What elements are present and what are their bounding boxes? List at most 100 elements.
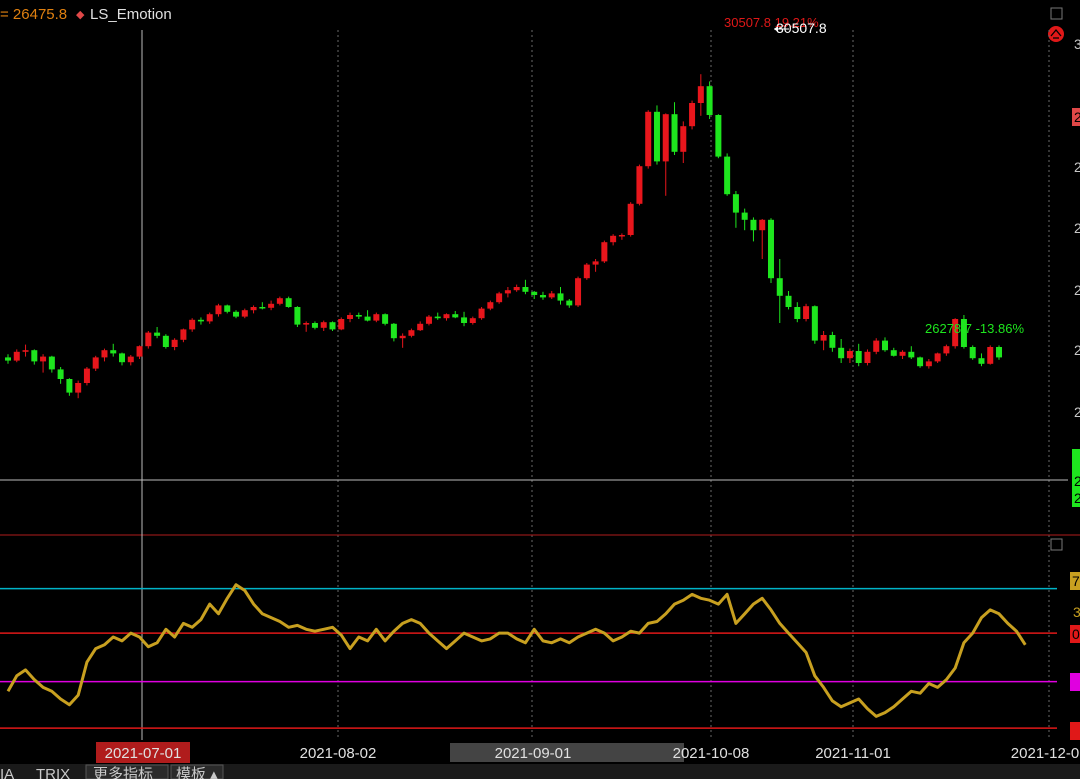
- axis-tick-label: 2: [1074, 220, 1080, 236]
- candle-body: [347, 315, 354, 319]
- candle-body: [531, 291, 538, 295]
- candle-body: [180, 329, 187, 340]
- candle-body: [776, 278, 783, 296]
- candle-body: [969, 347, 976, 359]
- indicator-name[interactable]: LS_Emotion: [90, 6, 172, 23]
- candle-body: [162, 335, 169, 347]
- candle-body: [706, 86, 713, 115]
- axis-tick-label: 2: [1074, 490, 1080, 506]
- candle-body: [276, 298, 283, 304]
- candle-body: [890, 350, 897, 356]
- candle-body: [31, 350, 38, 362]
- axis-tick-label: 2: [1074, 109, 1080, 125]
- candle-body: [767, 219, 774, 279]
- candle-body: [601, 242, 608, 262]
- candle-body: [539, 295, 546, 298]
- candle-body: [355, 315, 362, 317]
- candle-body: [689, 103, 696, 127]
- candle-body: [741, 212, 748, 220]
- candle-body: [469, 318, 476, 323]
- candle-body: [206, 314, 213, 322]
- candle-body: [189, 319, 196, 330]
- min-annotation: 26278.7 -13.86%: [925, 321, 1024, 336]
- candle-body: [250, 307, 257, 311]
- candle-body: [92, 357, 99, 369]
- axis-tick-label: 2: [1074, 159, 1080, 175]
- candle-body: [5, 357, 11, 361]
- candle-body: [548, 293, 555, 298]
- candle-body: [171, 339, 178, 347]
- candle-body: [645, 111, 652, 167]
- axis-tick-label: 2: [1074, 342, 1080, 358]
- candle-body: [732, 194, 739, 213]
- candle-body: [390, 323, 397, 339]
- candle-body: [434, 316, 441, 319]
- reference-lines: [0, 587, 1057, 729]
- candle-body: [575, 278, 582, 306]
- candle-body: [943, 346, 950, 354]
- candle-body: [785, 295, 792, 307]
- axis-tick-label: 3: [1073, 604, 1080, 620]
- candle-body: [759, 219, 766, 231]
- maximize-subpanel-icon[interactable]: [1050, 538, 1063, 551]
- candle-body: [154, 332, 161, 336]
- candle-body: [241, 310, 248, 317]
- axis-tick-label: 3: [1074, 36, 1080, 52]
- candle-body: [820, 335, 827, 341]
- candle-body: [522, 287, 529, 292]
- candle-body: [899, 351, 906, 356]
- candle-body: [987, 347, 994, 364]
- tab-trix[interactable]: TRIX: [36, 766, 70, 779]
- candle-body: [908, 351, 915, 358]
- candle-body: [22, 350, 29, 352]
- candle-body: [294, 307, 301, 325]
- candle-body: [145, 332, 152, 347]
- candle-body: [408, 330, 415, 336]
- candle-body: [680, 126, 687, 152]
- maximize-panel-icon[interactable]: [1050, 7, 1063, 20]
- candle-body: [443, 314, 450, 319]
- candle-body: [566, 300, 573, 306]
- tab-template[interactable]: 模板 ▴: [176, 765, 218, 779]
- candle-body: [996, 347, 1003, 358]
- candle-body: [811, 306, 818, 341]
- axis-tick-label: 7: [1072, 573, 1080, 589]
- candle-body: [697, 86, 704, 103]
- candle-body: [320, 322, 327, 328]
- candle-body: [101, 350, 108, 358]
- right-axis-sub: 7 3 0: [1070, 572, 1080, 740]
- candle-body: [803, 306, 810, 319]
- alert-icon[interactable]: [1048, 26, 1064, 42]
- candle-body: [373, 314, 380, 321]
- candle-body: [873, 340, 880, 352]
- candlestick-series: [5, 74, 1003, 399]
- emotion-line: [6, 583, 1027, 718]
- tab-more-indicators[interactable]: 更多指标: [93, 766, 153, 779]
- candle-body: [978, 358, 985, 364]
- indicator-marker: ◆: [76, 9, 85, 21]
- candle-body: [329, 322, 336, 330]
- candle-body: [846, 351, 853, 359]
- candle-body: [57, 369, 64, 379]
- candle-body: [838, 347, 845, 359]
- x-axis-label: 2021-11-01: [815, 745, 891, 762]
- candle-body: [268, 303, 275, 308]
- candle-body: [48, 356, 55, 370]
- candle-body: [75, 383, 82, 393]
- candle-body: [224, 305, 231, 312]
- candle-body: [653, 111, 660, 162]
- candle-body: [487, 302, 494, 309]
- x-axis-label: 2021-10-08: [673, 745, 750, 762]
- axis-tick-label: 2: [1074, 404, 1080, 420]
- candle-body: [513, 287, 520, 291]
- candle-body: [618, 235, 625, 237]
- candle-body: [399, 335, 406, 339]
- candle-body: [382, 314, 389, 324]
- candle-body: [583, 264, 590, 279]
- tab-ia[interactable]: IA: [0, 766, 14, 779]
- candle-body: [425, 316, 432, 324]
- candle-body: [750, 219, 757, 231]
- candle-body: [855, 351, 862, 363]
- candle-body: [724, 156, 731, 195]
- candle-body: [917, 357, 924, 367]
